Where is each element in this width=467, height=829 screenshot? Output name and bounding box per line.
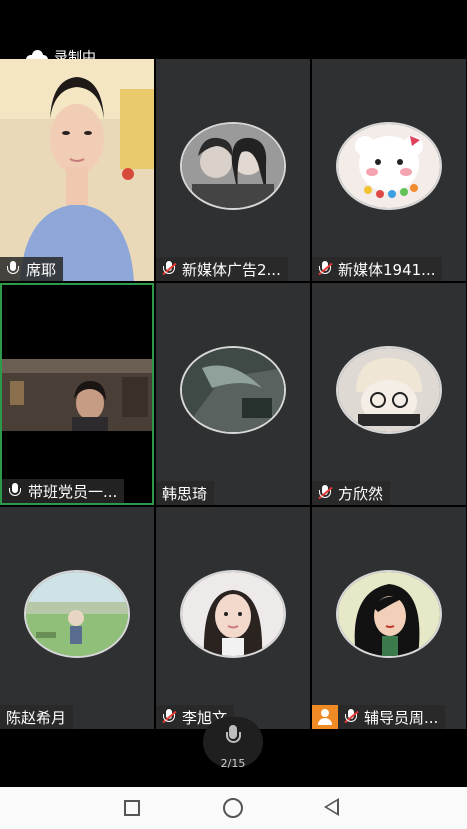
- microphone-icon: [226, 725, 241, 745]
- participant-tile[interactable]: 新媒体广告2...: [156, 59, 310, 281]
- page-indicator: 2/15: [220, 757, 246, 770]
- mic-muted-icon: [318, 261, 333, 277]
- mic-icon: [8, 483, 22, 499]
- participant-video: [0, 59, 154, 281]
- participant-grid: 席耶 新媒体广告2... 新媒体1941... 带班党员一... 韩思琦 方欣然…: [0, 59, 467, 729]
- mic-muted-icon: [162, 709, 177, 725]
- back-icon[interactable]: [324, 798, 339, 816]
- participant-name-tag: 韩思琦: [156, 481, 215, 505]
- participant-avatar: [24, 569, 130, 658]
- participant-avatar: [336, 569, 442, 658]
- mic-muted-icon: [162, 261, 177, 277]
- participant-name: 韩思琦: [162, 484, 208, 503]
- mic-muted-icon: [344, 709, 359, 725]
- participant-name-tag: 新媒体广告2...: [156, 257, 288, 281]
- participant-tile[interactable]: 方欣然: [312, 283, 466, 505]
- participant-name-tag: 方欣然: [312, 481, 391, 505]
- participant-name-tag: 辅导员周...: [312, 705, 446, 729]
- participant-tile[interactable]: 新媒体1941...: [312, 59, 466, 281]
- participant-avatar: [336, 121, 442, 210]
- participant-name: 辅导员周...: [364, 708, 439, 727]
- participant-tile[interactable]: 陈赵希月: [0, 507, 154, 729]
- system-navigation-bar: [0, 787, 467, 829]
- participant-avatar: [180, 569, 286, 658]
- participant-tile-active[interactable]: 带班党员一...: [0, 283, 154, 505]
- participant-name-tag: 席耶: [0, 257, 64, 281]
- participant-tile[interactable]: 李旭文: [156, 507, 310, 729]
- participant-video: [2, 285, 152, 503]
- participant-name-tag: 带班党员一...: [2, 479, 125, 503]
- participant-avatar: [336, 345, 442, 434]
- participant-tile[interactable]: 韩思琦: [156, 283, 310, 505]
- home-icon[interactable]: [223, 798, 243, 818]
- mic-muted-icon: [318, 485, 333, 501]
- recent-apps-icon[interactable]: [124, 800, 140, 816]
- participant-avatar: [180, 345, 286, 434]
- participant-name: 新媒体1941...: [338, 260, 436, 279]
- participant-name: 带班党员一...: [28, 482, 118, 501]
- host-badge-icon: [312, 705, 338, 729]
- participant-name-tag: 陈赵希月: [0, 705, 74, 729]
- participant-name: 陈赵希月: [6, 708, 67, 727]
- participant-name-tag: 新媒体1941...: [312, 257, 443, 281]
- participant-name: 新媒体广告2...: [182, 260, 281, 279]
- participant-avatar: [180, 121, 286, 210]
- participant-tile[interactable]: 席耶: [0, 59, 154, 281]
- participant-name: 席耶: [26, 260, 57, 279]
- mic-icon: [6, 261, 20, 277]
- participant-tile[interactable]: 辅导员周...: [312, 507, 466, 729]
- participant-name: 方欣然: [338, 484, 384, 503]
